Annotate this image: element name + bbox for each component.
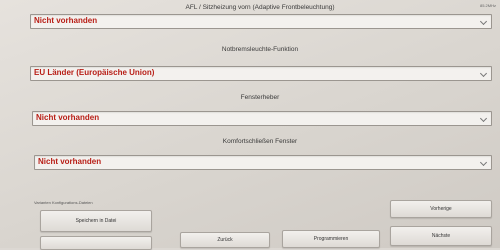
field-label-afl: AFL / Sitzheizung vorn (Adaptive Frontbe…	[185, 4, 335, 11]
field-label-komfortschliessen: Komfortschließen Fenster	[222, 138, 298, 145]
dropdown-value: EU Länder (Europäische Union)	[34, 68, 155, 77]
program-button[interactable]: Programmieren	[282, 230, 380, 248]
save-to-file-button[interactable]: Speichern in Datei	[40, 210, 152, 232]
chevron-down-icon	[479, 114, 488, 123]
previous-button[interactable]: Vorherige	[390, 200, 492, 218]
dropdown-value: Nicht vorhanden	[36, 113, 100, 122]
chevron-down-icon	[479, 69, 488, 78]
dropdown-afl[interactable]: Nicht vorhanden	[30, 14, 492, 29]
chevron-down-icon	[479, 17, 488, 26]
chevron-down-icon	[479, 158, 488, 167]
field-label-notbremsleuchte: Notbremsleuchte-Funktion	[221, 46, 299, 53]
config-files-label: Varianten Konfigurations-Dateien	[34, 200, 93, 205]
field-label-fensterheber: Fensterheber	[240, 94, 280, 101]
back-button[interactable]: Zurück	[180, 232, 270, 248]
dropdown-notbremsleuchte[interactable]: EU Länder (Europäische Union)	[30, 66, 492, 81]
dropdown-value: Nicht vorhanden	[38, 157, 102, 166]
corner-status-text: 85.2MHz	[479, 3, 496, 8]
next-button[interactable]: Nächste	[390, 226, 492, 246]
dropdown-komfortschliessen[interactable]: Nicht vorhanden	[34, 155, 492, 170]
screen: 85.2MHz AFL / Sitzheizung vorn (Adaptive…	[0, 0, 500, 250]
dropdown-value: Nicht vorhanden	[34, 16, 98, 25]
dropdown-fensterheber[interactable]: Nicht vorhanden	[32, 111, 492, 126]
